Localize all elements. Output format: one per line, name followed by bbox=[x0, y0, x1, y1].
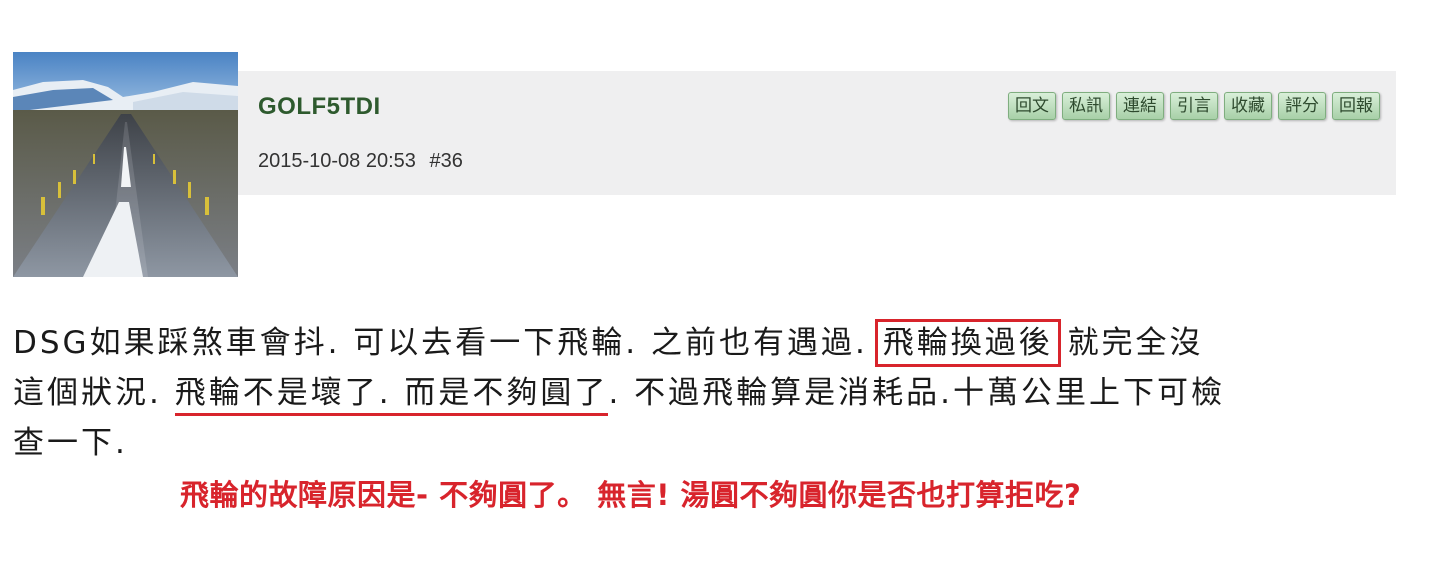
highlighted-phrase-boxed: 飛輪換過後 bbox=[874, 319, 1061, 367]
highlighted-phrase-underlined: 飛輪不是壞了. 而是不夠圓了 bbox=[174, 375, 609, 416]
private-message-button[interactable]: 私訊 bbox=[1062, 92, 1110, 120]
post-body-line-2: 這個狀況. 飛輪不是壞了. 而是不夠圓了. 不過飛輪算是消耗品.十萬公里上下可檢 bbox=[13, 368, 1413, 418]
username[interactable]: GOLF5TDI bbox=[258, 93, 381, 121]
reply-button[interactable]: 回文 bbox=[1008, 92, 1056, 120]
annotation-comment: 飛輪的故障原因是- 不夠圓了。 無言! 湯圓不夠圓你是否也打算拒吃? bbox=[180, 478, 1082, 512]
post-actions: 回文 私訊 連結 引言 收藏 評分 回報 bbox=[1008, 92, 1380, 120]
body-text: . 不過飛輪算是消耗品.十萬公里上下可檢 bbox=[608, 375, 1225, 411]
body-text: 這個狀況. bbox=[13, 375, 162, 411]
favorite-button[interactable]: 收藏 bbox=[1224, 92, 1272, 120]
rate-button[interactable]: 評分 bbox=[1278, 92, 1326, 120]
post-body-line-1: DSG如果踩煞車會抖. 可以去看一下飛輪. 之前也有遇過. 飛輪換過後 就完全沒 bbox=[13, 318, 1413, 368]
post-body: DSG如果踩煞車會抖. 可以去看一下飛輪. 之前也有遇過. 飛輪換過後 就完全沒… bbox=[13, 318, 1413, 468]
report-button[interactable]: 回報 bbox=[1332, 92, 1380, 120]
body-text: DSG如果踩煞車會抖. 可以去看一下飛輪. 之前也有遇過. bbox=[13, 325, 868, 361]
quote-button[interactable]: 引言 bbox=[1170, 92, 1218, 120]
body-text: 就完全沒 bbox=[1067, 325, 1204, 361]
post-header: GOLF5TDI 2015-10-08 20:53 #36 回文 私訊 連結 引… bbox=[238, 71, 1396, 195]
avatar[interactable] bbox=[13, 52, 238, 277]
road-landscape-image bbox=[13, 52, 238, 277]
post-meta: 2015-10-08 20:53 #36 bbox=[258, 150, 463, 173]
post-body-line-3: 查一下. bbox=[13, 425, 128, 461]
post-number[interactable]: #36 bbox=[429, 150, 462, 172]
post-datetime: 2015-10-08 20:53 bbox=[258, 150, 416, 172]
link-button[interactable]: 連結 bbox=[1116, 92, 1164, 120]
